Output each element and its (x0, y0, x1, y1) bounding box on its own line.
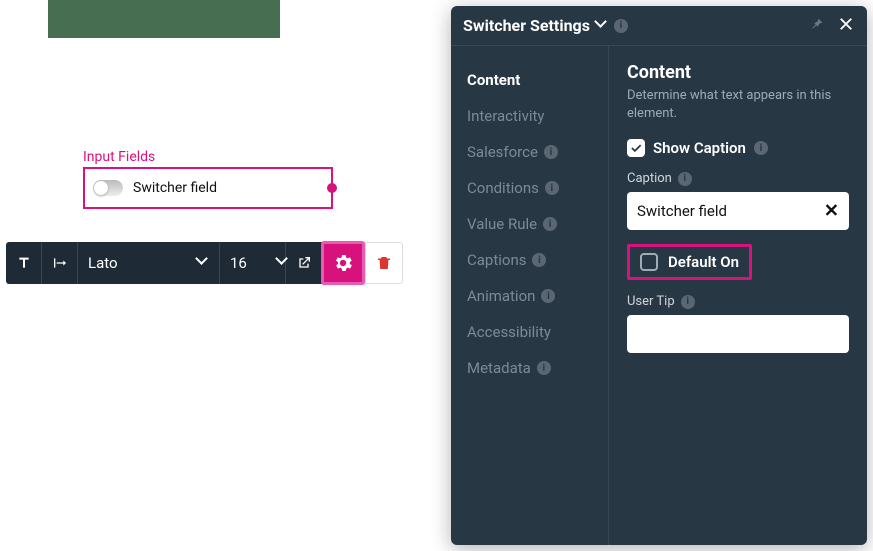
show-caption-row[interactable]: Show Caption i (627, 139, 849, 157)
switcher-element[interactable]: Switcher field (83, 167, 333, 209)
nav-item-content[interactable]: Content (467, 62, 608, 98)
floating-toolbar: Lato 16 (6, 242, 403, 284)
switcher-knob (94, 181, 108, 195)
panel-title-dropdown[interactable]: Switcher Settings i (463, 16, 628, 35)
font-size-select[interactable]: 16 (220, 242, 286, 284)
info-icon: i (543, 217, 557, 231)
group-label: Input Fields (83, 149, 333, 165)
show-caption-checkbox[interactable] (627, 139, 645, 157)
content-heading: Content (627, 62, 849, 83)
panel-nav: Content Interactivity Salesforcei Condit… (451, 46, 609, 545)
switcher-caption: Switcher field (133, 180, 217, 196)
nav-item-accessibility[interactable]: Accessibility (467, 314, 608, 350)
info-icon: i (541, 289, 555, 303)
info-icon[interactable]: i (681, 295, 695, 309)
canvas-green-block (48, 0, 280, 38)
info-icon: i (544, 145, 558, 159)
pin-button[interactable] (809, 16, 825, 36)
content-description: Determine what text appears in this elem… (627, 87, 849, 123)
open-external-button[interactable] (286, 242, 322, 284)
check-icon (629, 141, 643, 155)
panel-title-text: Switcher Settings (463, 16, 590, 35)
show-caption-label: Show Caption (653, 139, 746, 157)
info-icon[interactable]: i (754, 141, 768, 155)
nav-item-animation[interactable]: Animationi (467, 278, 608, 314)
nav-item-interactivity[interactable]: Interactivity (467, 98, 608, 134)
nav-item-captions[interactable]: Captionsi (467, 242, 608, 278)
default-on-label: Default On (668, 253, 739, 271)
clear-caption-button[interactable]: ✕ (824, 201, 839, 222)
delete-button[interactable] (365, 242, 403, 284)
info-icon: i (545, 181, 559, 195)
text-style-button[interactable] (6, 242, 42, 284)
panel-header: Switcher Settings i (451, 6, 867, 46)
nav-item-metadata[interactable]: Metadatai (467, 350, 608, 386)
caption-field-label: Caption i (627, 171, 849, 186)
font-size-value: 16 (230, 254, 247, 272)
settings-button[interactable] (321, 241, 365, 285)
input-fields-group[interactable]: Input Fields Switcher field (83, 149, 333, 209)
chevron-down-icon (596, 20, 608, 32)
info-icon[interactable]: i (678, 172, 692, 186)
caption-input[interactable] (627, 192, 849, 230)
nav-item-conditions[interactable]: Conditionsi (467, 170, 608, 206)
gear-icon (332, 252, 354, 274)
default-on-checkbox[interactable] (640, 253, 658, 271)
resize-handle[interactable] (327, 183, 337, 193)
nav-item-value-rule[interactable]: Value Rulei (467, 206, 608, 242)
chevron-down-icon (277, 257, 286, 269)
info-icon: i (532, 253, 546, 267)
nav-item-salesforce[interactable]: Salesforcei (467, 134, 608, 170)
font-family-select[interactable]: Lato (78, 242, 220, 284)
user-tip-input[interactable] (627, 315, 849, 353)
user-tip-field-label: User Tip i (627, 294, 849, 309)
info-icon: i (537, 361, 551, 375)
font-family-value: Lato (88, 254, 118, 272)
panel-content: Content Determine what text appears in t… (609, 46, 867, 545)
default-on-row[interactable]: Default On (627, 244, 752, 280)
chevron-down-icon (197, 257, 209, 269)
info-icon[interactable]: i (614, 19, 628, 33)
trash-icon (375, 254, 393, 272)
close-icon (837, 15, 855, 33)
switcher-toggle[interactable] (93, 180, 123, 196)
align-button[interactable] (42, 242, 78, 284)
settings-panel: Switcher Settings i Content Interactivit… (451, 6, 867, 545)
close-button[interactable] (837, 15, 855, 37)
